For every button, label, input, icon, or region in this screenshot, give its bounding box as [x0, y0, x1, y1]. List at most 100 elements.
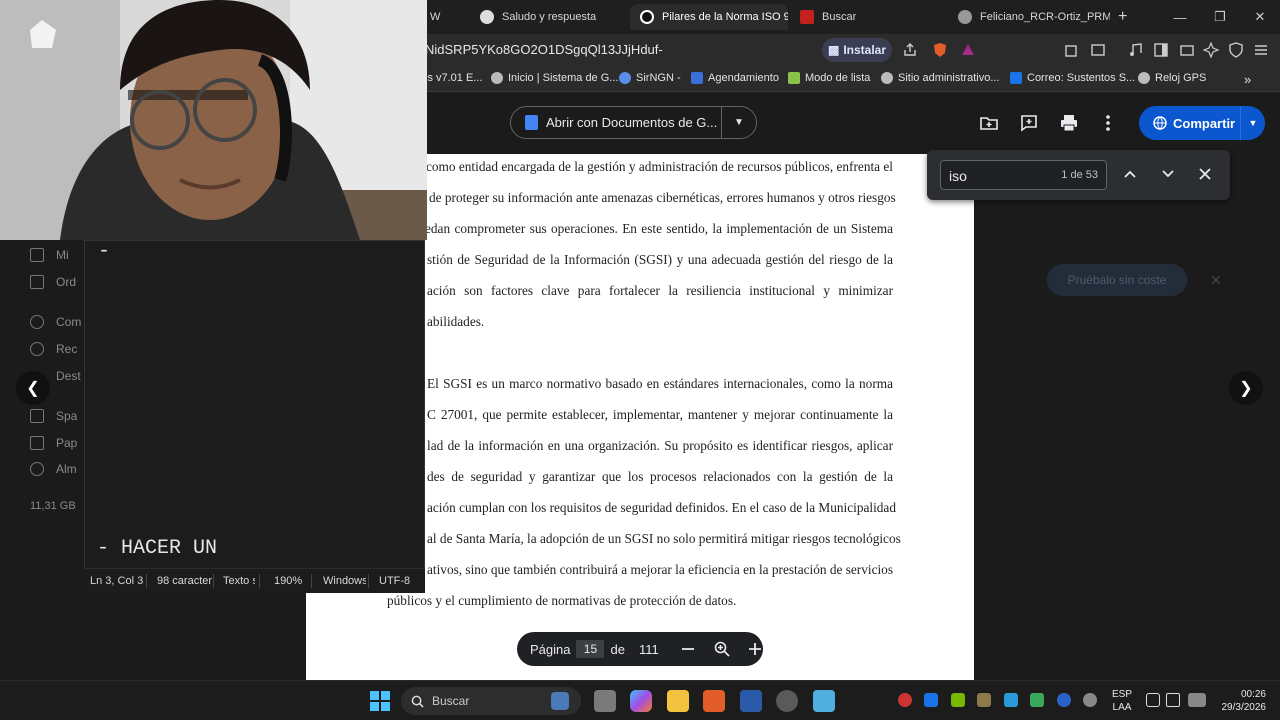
- music-icon[interactable]: [1128, 42, 1144, 58]
- defender-tray-icon[interactable]: [924, 693, 938, 707]
- cursor-position: Ln 3, Col 3: [90, 575, 144, 587]
- nvidia-tray-icon[interactable]: [951, 693, 965, 707]
- security-tray-icon[interactable]: [1004, 693, 1018, 707]
- task-view-icon[interactable]: [594, 690, 616, 712]
- powershell-icon[interactable]: [740, 690, 762, 712]
- keyboard-layout: LAA: [1112, 702, 1132, 713]
- bookmark-7[interactable]: Correo: Sustentos S...: [1010, 72, 1135, 84]
- chevron-down-icon[interactable]: ▼: [1241, 118, 1265, 128]
- chrome-icon[interactable]: [776, 690, 798, 712]
- zoom-level[interactable]: 190%: [274, 575, 302, 587]
- notepad-status-bar: Ln 3, Col 3 98 caracter Texto s 190% Win…: [84, 568, 425, 593]
- bookmark-6[interactable]: Sitio administrativo...: [881, 72, 999, 84]
- close-icon[interactable]: [1198, 167, 1212, 181]
- close-window-icon[interactable]: ✕: [1240, 0, 1280, 34]
- bookmark-3[interactable]: SirNGN -: [619, 72, 681, 84]
- bookmark-8[interactable]: Reloj GPS: [1138, 72, 1206, 84]
- copilot-icon[interactable]: [630, 690, 652, 712]
- sidebar-item-ord[interactable]: Ord: [30, 275, 76, 289]
- next-file-button[interactable]: ❯: [1229, 371, 1263, 405]
- windows-start-icon[interactable]: [370, 691, 390, 711]
- sidebar-item-label: Mi: [56, 248, 69, 262]
- system-clock[interactable]: 00:26 29/3/2026: [1216, 688, 1267, 714]
- sidebar-item-label: Rec: [56, 342, 78, 356]
- text-format: Texto s: [223, 575, 255, 587]
- share-page-icon[interactable]: [902, 42, 918, 58]
- more-bookmarks-icon[interactable]: »: [1244, 72, 1251, 87]
- doc-line: abilidades.: [427, 314, 485, 329]
- zoom-icon[interactable]: [714, 641, 730, 657]
- app2-tray-icon[interactable]: [1030, 693, 1044, 707]
- network-icon[interactable]: [1146, 693, 1160, 707]
- more-options-icon[interactable]: [1098, 113, 1118, 133]
- share-button[interactable]: Compartir ▼: [1139, 106, 1265, 140]
- chevron-down-icon[interactable]: [1161, 167, 1175, 181]
- page-number-input[interactable]: 15: [576, 640, 605, 658]
- leo-ai-icon[interactable]: [1203, 42, 1219, 58]
- page-of-label: de: [610, 641, 625, 657]
- tab-5[interactable]: Feliciano_RCR-Ortiz_PRM: [948, 4, 1110, 30]
- webcam-overlay: [0, 0, 427, 240]
- sidebar-item-spa[interactable]: Spa: [30, 409, 77, 423]
- globe-icon: [1153, 116, 1167, 130]
- drive-icon: [30, 248, 44, 262]
- record-tray-icon[interactable]: [898, 693, 912, 707]
- address-bar-url[interactable]: NidSRP5YKo8GO2O1DSgqQl13JJjHduf-: [425, 42, 663, 57]
- brave-rewards-icon[interactable]: [960, 42, 976, 58]
- sidebar-item-alm[interactable]: Alm: [30, 462, 77, 476]
- notepad-text-body[interactable]: - HACER UN: [97, 537, 217, 560]
- close-icon[interactable]: ✕: [1210, 272, 1222, 289]
- minimize-icon[interactable]: —: [1160, 0, 1200, 34]
- sidebar-item-rec[interactable]: Rec: [30, 342, 77, 356]
- page-navigation: Página 15 de 111: [517, 632, 763, 666]
- sidebar-toggle-icon[interactable]: [1153, 42, 1169, 58]
- battery-icon[interactable]: [1188, 693, 1206, 707]
- add-to-drive-icon[interactable]: [979, 113, 999, 133]
- menu-icon[interactable]: [1253, 42, 1269, 58]
- wallet-icon[interactable]: [1179, 42, 1195, 58]
- taskbar-search[interactable]: Buscar: [401, 687, 581, 715]
- restore-icon[interactable]: ❐: [1200, 0, 1240, 34]
- microphone-icon[interactable]: [1083, 693, 1097, 707]
- language-indicator[interactable]: ESP LAA: [1112, 688, 1132, 714]
- tab-4[interactable]: Buscar: [790, 4, 948, 30]
- bookmark-5[interactable]: Modo de lista: [788, 72, 870, 84]
- bluetooth-icon[interactable]: [1057, 693, 1071, 707]
- bookmark-1[interactable]: ls v7.01 E...: [425, 72, 482, 84]
- file-explorer-icon[interactable]: [667, 690, 689, 712]
- chevron-up-icon[interactable]: [1123, 167, 1137, 181]
- sidebar-item-mi[interactable]: Mi: [30, 248, 69, 262]
- find-match-count: 1 de 53: [1061, 169, 1098, 181]
- tab-2[interactable]: Saludo y respuesta: [470, 4, 628, 30]
- chevron-down-icon[interactable]: ▼: [722, 117, 756, 128]
- promo-button[interactable]: Pruébalo sin coste: [1047, 264, 1187, 296]
- divider: [213, 574, 214, 588]
- print-icon[interactable]: [1059, 113, 1079, 133]
- open-with-button[interactable]: Abrir con Documentos de G... ▼: [510, 106, 757, 139]
- notepad-app-icon[interactable]: [813, 690, 835, 712]
- zoom-in-icon[interactable]: [748, 642, 762, 656]
- page-total: 111: [638, 641, 659, 657]
- app-tray-icon[interactable]: [977, 693, 991, 707]
- sidebar-item-pap[interactable]: Pap: [30, 436, 77, 450]
- storage-usage: 11,31 GB: [30, 500, 76, 512]
- vpn-icon[interactable]: [1228, 42, 1244, 58]
- find-input[interactable]: iso 1 de 53: [940, 160, 1107, 190]
- bookmark-4[interactable]: Agendamiento: [691, 72, 779, 84]
- add-comment-icon[interactable]: [1019, 113, 1039, 133]
- install-button[interactable]: ▩ Instalar: [822, 38, 892, 62]
- extensions-icon[interactable]: [1064, 42, 1080, 58]
- brave-browser-icon[interactable]: [703, 690, 725, 712]
- bookmark-2[interactable]: Inicio | Sistema de G...: [491, 72, 618, 84]
- zoom-out-icon[interactable]: [681, 642, 695, 656]
- screenshot-icon[interactable]: [1090, 42, 1106, 58]
- tab-3-active[interactable]: Pilares de la Norma ISO 9(: [630, 4, 788, 30]
- tab-4-label: Buscar: [822, 11, 857, 23]
- shared-icon: [30, 315, 44, 329]
- brave-shield-icon[interactable]: [932, 42, 948, 58]
- previous-file-button[interactable]: ❮: [16, 371, 50, 405]
- volume-icon[interactable]: [1166, 693, 1180, 707]
- new-tab-button[interactable]: +: [1108, 4, 1134, 30]
- sidebar-item-com[interactable]: Com: [30, 315, 81, 329]
- line-ending: Windows: [323, 575, 366, 587]
